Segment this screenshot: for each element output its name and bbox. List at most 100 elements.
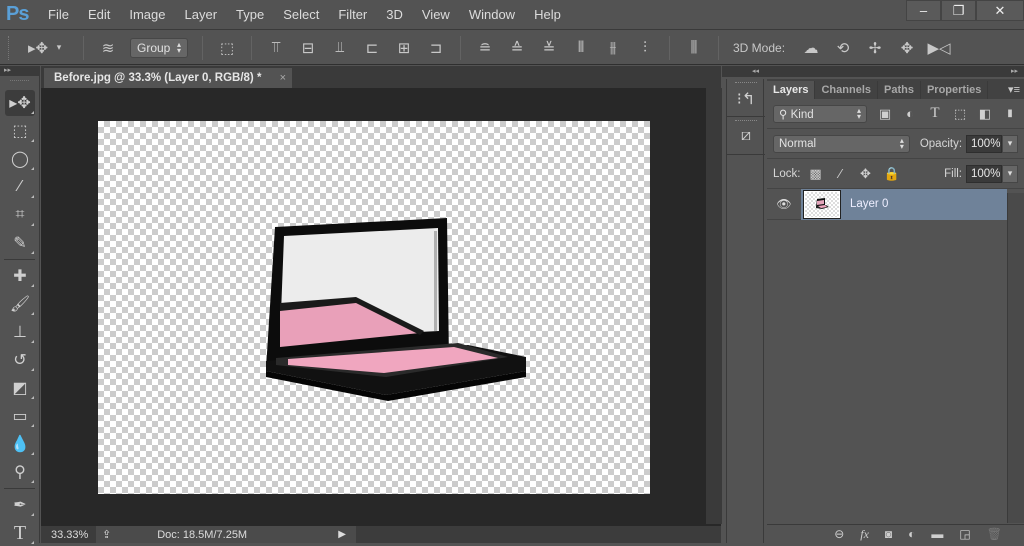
pen-tool[interactable]: ✒ [5, 492, 35, 518]
new-group-folder-icon[interactable]: ▬ [931, 527, 943, 541]
menu-layer[interactable]: Layer [185, 7, 218, 22]
3d-scale-camera-icon[interactable]: ▶◁ [928, 38, 951, 58]
fill-input[interactable]: 100% [966, 164, 1002, 183]
expand-panels-icon[interactable]: ▸▸ [1011, 67, 1018, 75]
close-document-icon[interactable]: × [280, 72, 286, 84]
add-mask-icon[interactable]: ◙ [885, 527, 892, 541]
tab-channels[interactable]: Channels [815, 81, 878, 99]
align-right-edges-icon[interactable]: ⊐ [427, 38, 445, 58]
healing-brush-tool[interactable]: ✚ [5, 263, 35, 289]
restore-button[interactable]: ❐ [941, 0, 976, 21]
eraser-tool[interactable]: ◩ [5, 375, 35, 401]
3d-pan-icon[interactable]: ✢ [866, 38, 884, 58]
tab-properties[interactable]: Properties [921, 81, 989, 99]
history-brush-tool[interactable]: ↺ [5, 347, 35, 373]
auto-align-layers-icon[interactable]: ⫼ [685, 38, 703, 58]
delete-layer-trash-icon[interactable]: 🗑 [987, 527, 1002, 541]
gradient-tool[interactable]: ▭ [5, 403, 35, 429]
clone-stamp-tool[interactable]: ⊥ [5, 319, 35, 345]
new-layer-icon[interactable]: ◲ [959, 527, 970, 541]
align-horizontal-centers-icon[interactable]: ⊞ [395, 38, 413, 58]
shape-layer-filter-icon[interactable]: ⬚ [953, 106, 967, 122]
visibility-toggle[interactable]: 👁 [767, 197, 801, 211]
menu-3d[interactable]: 3D [386, 7, 403, 22]
menu-edit[interactable]: Edit [88, 7, 110, 22]
eyedropper-tool[interactable]: ✎ [5, 230, 35, 256]
distribute-vertical-centers-icon[interactable]: ≙ [508, 38, 526, 58]
blur-tool[interactable]: 💧 [5, 431, 35, 457]
vertical-scrollbar[interactable] [706, 88, 722, 524]
lock-transparent-pixels-icon[interactable]: ▩ [809, 166, 823, 182]
tab-layers[interactable]: Layers [767, 81, 816, 99]
menu-select[interactable]: Select [283, 7, 319, 22]
3d-slide-icon[interactable]: ✥ [898, 38, 916, 58]
auto-select-layers-icon[interactable]: ≋ [99, 38, 117, 58]
minimize-button[interactable]: – [906, 0, 941, 21]
adjustment-layer-filter-icon[interactable]: ◐ [903, 106, 917, 121]
menu-type[interactable]: Type [236, 7, 264, 22]
crop-tool[interactable]: ⌗ [5, 202, 35, 228]
transform-controls-icon[interactable]: ⬚ [218, 38, 236, 58]
zoom-level[interactable]: 33.33% [41, 529, 96, 541]
3d-roll-icon[interactable]: ⟲ [834, 38, 852, 58]
distribute-bottom-edges-icon[interactable]: ≚ [540, 38, 558, 58]
layers-scrollbar[interactable] [1007, 193, 1024, 523]
panel-grip[interactable] [735, 120, 757, 123]
link-layers-icon[interactable]: ⊖ [834, 527, 844, 541]
collapse-panels-icon[interactable]: ◂◂ [752, 67, 759, 75]
close-button[interactable]: ✕ [976, 0, 1024, 21]
filter-toggle-icon[interactable]: ▮ [1003, 108, 1017, 119]
dodge-tool[interactable]: ⚲ [5, 459, 35, 485]
marquee-tool[interactable]: ⬚ [5, 118, 35, 144]
type-layer-filter-icon[interactable]: T [928, 105, 942, 122]
lock-position-icon[interactable]: ✥ [859, 166, 873, 182]
new-adjustment-layer-icon[interactable]: ◐ [908, 527, 915, 541]
menu-file[interactable]: File [48, 7, 69, 22]
lasso-tool[interactable]: ◯ [5, 146, 35, 172]
filter-kind-dropdown[interactable]: ⚲ Kind ▴ ▾ [773, 104, 867, 123]
opacity-input[interactable]: 100% [966, 134, 1003, 153]
smart-object-filter-icon[interactable]: ◧ [978, 106, 992, 122]
panel-menu-icon[interactable]: ▾≡ [1008, 83, 1020, 96]
pixel-layer-filter-icon[interactable]: ▣ [878, 106, 892, 122]
panel-grip[interactable] [735, 82, 757, 85]
distribute-left-edges-icon[interactable]: ⫴ [572, 38, 590, 58]
opacity-slider-button[interactable]: ▾ [1002, 134, 1018, 153]
toolbar-collapse-handle[interactable]: ▸▸ [0, 66, 40, 76]
lock-image-pixels-icon[interactable]: ⁄ [834, 166, 848, 181]
auto-select-target-dropdown[interactable]: Group ▴ ▾ [130, 37, 188, 58]
fill-slider-button[interactable]: ▾ [1002, 164, 1018, 183]
distribute-top-edges-icon[interactable]: ≘ [476, 38, 494, 58]
menu-image[interactable]: Image [129, 7, 165, 22]
toolbar-grip[interactable] [10, 80, 29, 88]
layer-row[interactable]: 👁 Layer 0 [767, 188, 1024, 220]
type-tool[interactable]: T [5, 520, 35, 546]
preset-dropdown-icon[interactable]: ▾ [50, 38, 68, 58]
options-bar-grip[interactable] [8, 35, 12, 60]
menu-help[interactable]: Help [534, 7, 561, 22]
3d-orbit-icon[interactable]: ☁ [802, 38, 820, 58]
align-left-edges-icon[interactable]: ⊏ [363, 38, 381, 58]
move-tool-preset-icon[interactable]: ▸✥ [28, 38, 48, 58]
distribute-horizontal-centers-icon[interactable]: ⫵ [604, 38, 622, 58]
document-tab[interactable]: Before.jpg @ 33.3% (Layer 0, RGB/8) * × [44, 68, 292, 88]
align-vertical-centers-icon[interactable]: ⊟ [299, 38, 317, 58]
export-icon[interactable]: ⇪ [102, 528, 111, 541]
align-top-edges-icon[interactable]: ⫪ [267, 38, 285, 58]
brush-tool[interactable]: 🖌 [5, 291, 35, 317]
lock-all-icon[interactable]: 🔒 [884, 166, 900, 182]
menu-filter[interactable]: Filter [338, 7, 367, 22]
blend-mode-dropdown[interactable]: Normal ▴ ▾ [773, 134, 910, 153]
menu-view[interactable]: View [422, 7, 450, 22]
menu-window[interactable]: Window [469, 7, 515, 22]
status-menu-arrow-icon[interactable]: ▶ [338, 529, 346, 540]
quick-selection-tool[interactable]: ⁄ [5, 174, 35, 200]
clone-source-panel-button[interactable]: ⧄ [727, 117, 765, 155]
distribute-right-edges-icon[interactable]: ⫶ [636, 38, 654, 58]
align-bottom-edges-icon[interactable]: ⫫ [331, 38, 349, 58]
history-panel-button[interactable]: ⁝↰ [727, 79, 765, 117]
canvas[interactable] [98, 121, 650, 494]
layer-item-selected[interactable]: Layer 0 [801, 188, 1007, 220]
move-tool[interactable]: ▸✥ [5, 90, 35, 116]
tab-paths[interactable]: Paths [878, 81, 921, 99]
